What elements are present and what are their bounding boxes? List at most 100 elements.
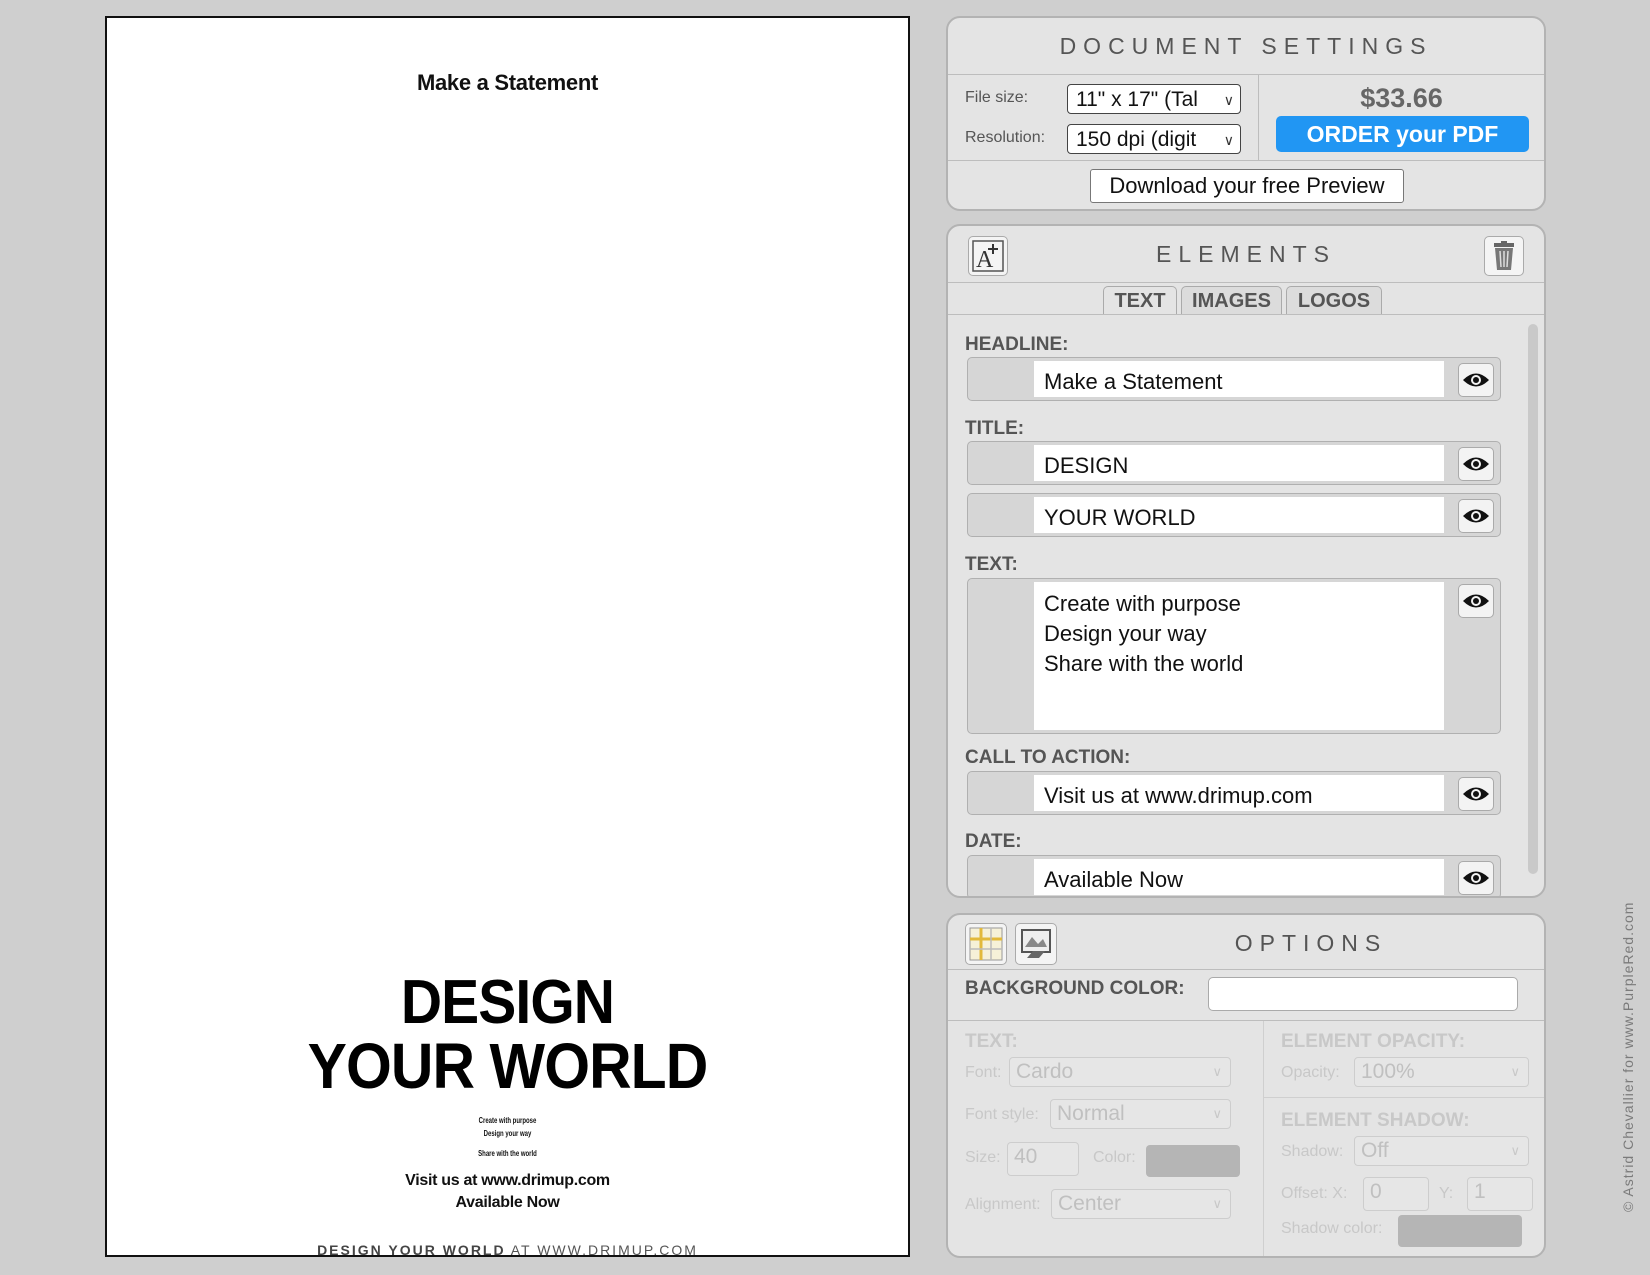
document-settings-panel: DOCUMENT SETTINGS File size: 11" x 17" (… — [946, 16, 1546, 211]
cta-input[interactable]: Visit us at www.drimup.com — [1034, 775, 1444, 811]
eye-icon — [1463, 457, 1489, 471]
alignment-label: Alignment: — [965, 1196, 1041, 1213]
date-input[interactable]: Available Now — [1034, 859, 1444, 895]
date-label: DATE: — [965, 831, 1022, 852]
element-options-column: ELEMENT OPACITY: Opacity: 100% ∨ ELEMENT … — [1264, 1021, 1544, 1256]
alignment-value: Center — [1058, 1192, 1122, 1215]
chevron-down-icon: ∨ — [1510, 1064, 1520, 1079]
eye-icon — [1463, 787, 1489, 801]
cta-label: CALL TO ACTION: — [965, 747, 1131, 768]
offset-x-input[interactable]: 0 — [1363, 1177, 1429, 1211]
options-title: OPTIONS — [1234, 930, 1388, 956]
resolution-value: 150 dpi (digit — [1076, 128, 1197, 151]
shadow-color-picker[interactable] — [1398, 1215, 1522, 1247]
title-input-1[interactable]: DESIGN — [1034, 445, 1444, 481]
chevron-down-icon: ∨ — [1212, 1106, 1222, 1121]
trash-icon — [1494, 241, 1514, 270]
elements-scrollbar[interactable] — [1528, 324, 1538, 874]
add-text-element-button[interactable]: A — [968, 236, 1008, 276]
headline-input[interactable]: Make a Statement — [1034, 361, 1444, 397]
body-text-textarea[interactable]: Create with purpose Design your way Shar… — [1034, 582, 1444, 730]
headline-label: HEADLINE: — [965, 334, 1069, 355]
chevron-down-icon: ∨ — [1510, 1143, 1520, 1158]
poster-title-line2[interactable]: YOUR WORLD — [139, 1034, 876, 1098]
size-label: Size: — [965, 1149, 1001, 1166]
poster-date[interactable]: Available Now — [107, 1194, 908, 1212]
file-settings-group: File size: 11" x 17" (Tal ∨ Resolution: … — [948, 75, 1259, 160]
opacity-heading: ELEMENT OPACITY: — [1281, 1031, 1466, 1052]
poster-call-to-action[interactable]: Visit us at www.drimup.com — [107, 1172, 908, 1190]
offset-y-input[interactable]: 1 — [1467, 1177, 1533, 1211]
tab-logos[interactable]: LOGOS — [1286, 286, 1382, 314]
file-size-select[interactable]: 11" x 17" (Tal ∨ — [1067, 84, 1241, 114]
poster-text-line: Design your way — [483, 1129, 532, 1138]
chevron-down-icon: ∨ — [1223, 92, 1234, 108]
element-tabs: TEXT IMAGES LOGOS — [948, 285, 1544, 315]
poster-body-text[interactable]: Create with purpose Design your way Shar… — [207, 1110, 808, 1164]
shadow-color-label: Shadow color: — [1281, 1220, 1383, 1237]
poster-headline[interactable]: Make a Statement — [107, 70, 908, 96]
text-visibility-toggle[interactable] — [1458, 584, 1494, 618]
date-visibility-toggle[interactable] — [1458, 861, 1494, 895]
options-grid: TEXT: Font: Cardo ∨ Font style: Normal ∨ S… — [948, 1020, 1544, 1256]
chevron-down-icon: ∨ — [1223, 132, 1234, 148]
color-label: Color: — [1093, 1149, 1136, 1166]
title-input-2[interactable]: YOUR WORLD — [1034, 497, 1444, 533]
elements-title: ELEMENTS — [948, 226, 1544, 283]
svg-text:A: A — [976, 247, 994, 272]
poster-title-line1[interactable]: DESIGN — [139, 972, 876, 1034]
options-panel: OPTIONS BACKGROUND COLOR: TEXT: Font: Ca… — [946, 913, 1546, 1258]
size-input[interactable]: 40 — [1007, 1142, 1079, 1176]
title-row-2: YOUR WORLD — [967, 493, 1501, 537]
order-pdf-button[interactable]: ORDER your PDF — [1276, 116, 1529, 152]
eye-icon — [1463, 594, 1489, 608]
font-style-value: Normal — [1057, 1102, 1125, 1125]
headline-visibility-toggle[interactable] — [1458, 363, 1494, 397]
font-style-select[interactable]: Normal ∨ — [1050, 1099, 1231, 1129]
poster-footer: DESIGN YOUR WORLD AT WWW.DRIMUP.COM — [107, 1242, 908, 1258]
font-style-label: Font style: — [965, 1106, 1039, 1123]
offset-y-value: 1 — [1474, 1180, 1486, 1203]
tab-images[interactable]: IMAGES — [1181, 286, 1282, 314]
delete-element-button[interactable] — [1484, 236, 1524, 276]
preview-group: Download your free Preview — [948, 160, 1544, 209]
elements-list[interactable]: HEADLINE: Make a Statement TITLE: DESIGN… — [948, 316, 1544, 896]
poster-footer-url: AT WWW.DRIMUP.COM — [510, 1242, 698, 1258]
title-row-1: DESIGN — [967, 441, 1501, 485]
opacity-label: Opacity: — [1281, 1064, 1340, 1081]
text-options-column: TEXT: Font: Cardo ∨ Font style: Normal ∨ S… — [948, 1021, 1264, 1256]
cta-visibility-toggle[interactable] — [1458, 777, 1494, 811]
font-value: Cardo — [1016, 1060, 1074, 1083]
add-text-icon: A — [972, 240, 1004, 272]
title-label: TITLE: — [965, 418, 1025, 439]
font-label: Font: — [965, 1064, 1002, 1081]
copyright-watermark: © Astrid Chevallier for www.PurpleRed.co… — [1620, 901, 1636, 1212]
options-header: OPTIONS — [948, 915, 1544, 970]
headline-row: Make a Statement — [967, 357, 1501, 401]
resolution-select[interactable]: 150 dpi (digit ∨ — [1067, 124, 1241, 154]
price: $33.66 — [1360, 83, 1443, 113]
poster-footer-brand: DESIGN YOUR WORLD — [317, 1242, 506, 1258]
offset-x-label: Offset: X: — [1281, 1185, 1348, 1202]
text-row: Create with purpose Design your way Shar… — [967, 578, 1501, 734]
order-group: $33.66 ORDER your PDF — [1259, 75, 1544, 160]
background-color-picker[interactable] — [1208, 977, 1518, 1011]
title-1-visibility-toggle[interactable] — [1458, 447, 1494, 481]
shadow-select[interactable]: Off ∨ — [1354, 1136, 1529, 1166]
resolution-label: Resolution: — [965, 129, 1046, 146]
opacity-select[interactable]: 100% ∨ — [1354, 1057, 1529, 1087]
poster-canvas[interactable]: Make a Statement DESIGN YOUR WORLD Creat… — [105, 16, 910, 1258]
title-2-visibility-toggle[interactable] — [1458, 499, 1494, 533]
opacity-value: 100% — [1361, 1060, 1415, 1083]
offset-x-value: 0 — [1370, 1180, 1382, 1203]
eye-icon — [1463, 373, 1489, 387]
download-preview-button[interactable]: Download your free Preview — [1090, 169, 1404, 203]
font-select[interactable]: Cardo ∨ — [1009, 1057, 1231, 1087]
alignment-select[interactable]: Center ∨ — [1051, 1189, 1231, 1219]
background-color-label: BACKGROUND COLOR: — [965, 978, 1185, 999]
options-divider — [1264, 1097, 1544, 1098]
file-size-value: 11" x 17" (Tal — [1076, 88, 1198, 111]
text-color-picker[interactable] — [1146, 1145, 1240, 1177]
date-row: Available Now — [967, 855, 1501, 896]
tab-text[interactable]: TEXT — [1103, 286, 1177, 314]
